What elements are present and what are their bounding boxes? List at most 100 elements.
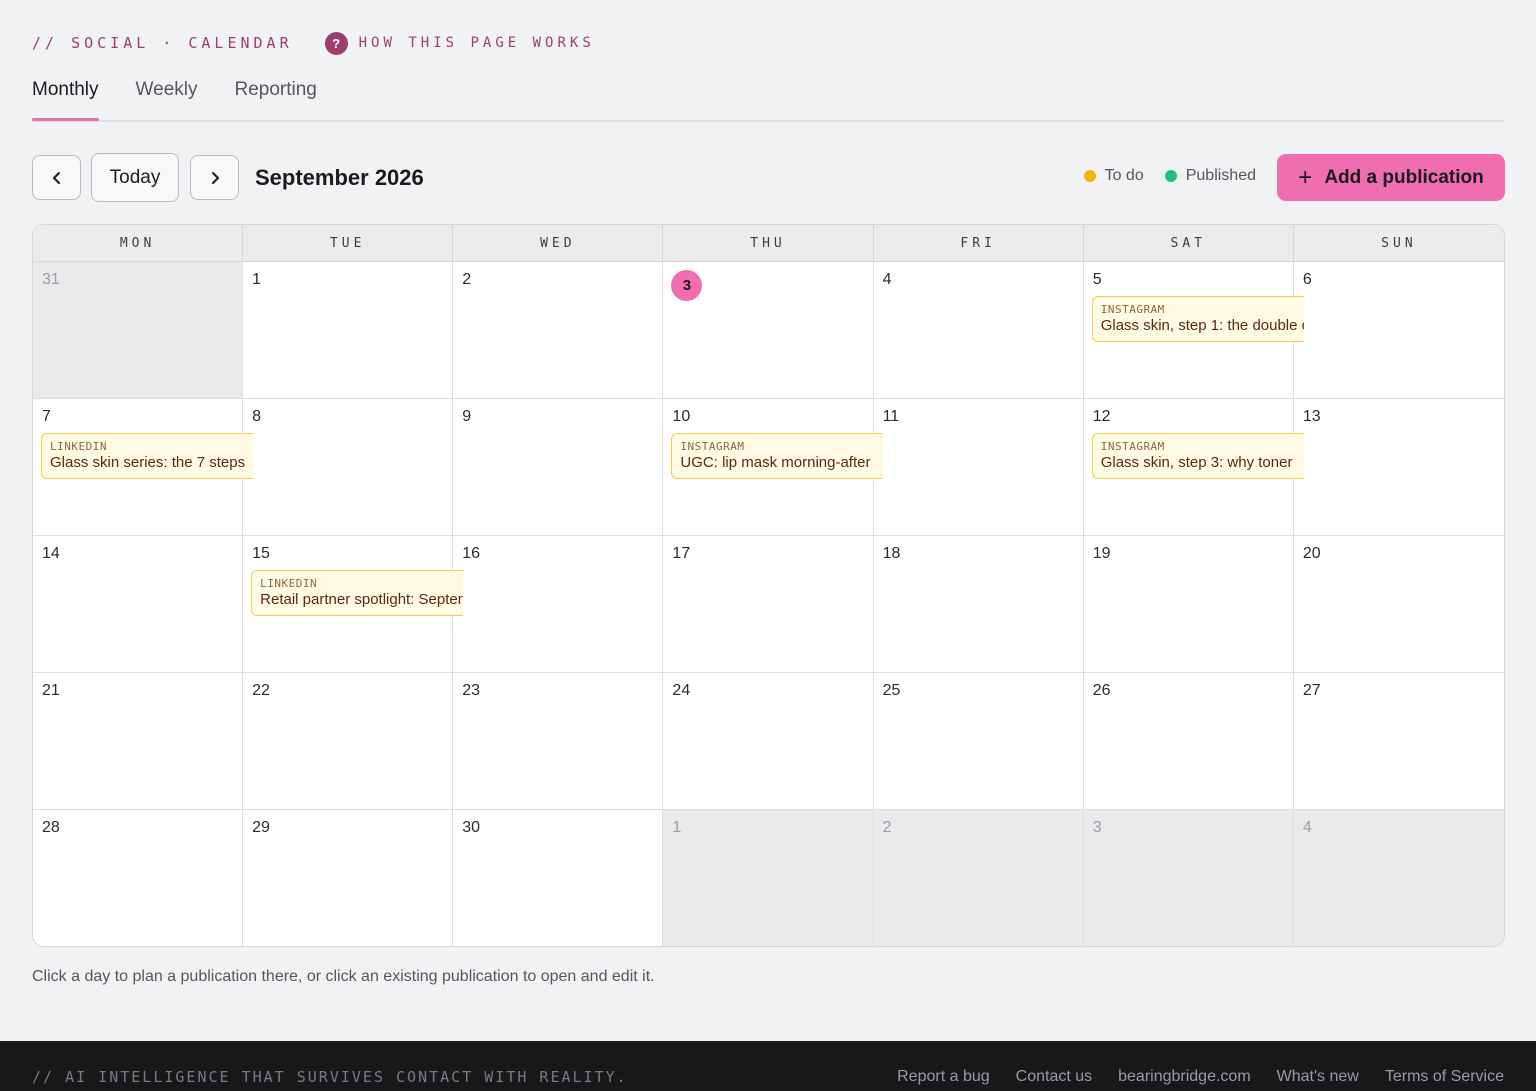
weekday-mon: MON [33, 225, 244, 261]
chevron-right-icon [211, 171, 219, 184]
day-number: 20 [1302, 545, 1321, 562]
day-number: 28 [42, 819, 60, 836]
calendar-day-cell[interactable]: 12 INSTAGRAM Glass skin, step 3: why toner [1083, 399, 1304, 536]
calendar-day-cell[interactable]: 19 [1083, 536, 1294, 673]
day-number: 17 [672, 545, 691, 562]
day-number: 14 [42, 545, 60, 562]
calendar-day-cell[interactable]: 10 INSTAGRAM UGC: lip mask morning-after [663, 399, 884, 536]
footer-link-contact[interactable]: Contact us [1016, 1068, 1092, 1086]
calendar-day-cell[interactable]: 22 [243, 673, 454, 810]
calendar-day-cell[interactable]: 17 [663, 536, 874, 673]
weekday-sun: SUN [1381, 235, 1417, 251]
calendar-day-cell[interactable]: 16 [453, 536, 664, 673]
calendar-grid: 31 1 2 3 4 5 INSTAGRAM Glass skin, step 1: the … [33, 262, 1504, 946]
day-number: 9 [462, 408, 472, 425]
calendar-day-cell[interactable]: 24 [663, 673, 874, 810]
chevron-left-icon [52, 171, 60, 184]
add-publication-button[interactable]: + Add a publication [1277, 154, 1505, 201]
calendar-day-cell[interactable]: 11 [873, 399, 1084, 536]
calendar-day-cell[interactable]: 26 [1083, 673, 1294, 810]
calendar-day-cell[interactable]: 7 LINKEDIN Glass skin series: the 7 steps [33, 399, 253, 536]
calendar-day-cell[interactable]: 4 [873, 262, 1084, 399]
how-this-page-works-link[interactable]: ? HOW THIS PAGE WORKS [324, 31, 595, 55]
month-title: September 2026 [255, 165, 424, 190]
calendar-day-cell[interactable]: 1 [663, 810, 874, 946]
weekday-thu: THU [663, 225, 874, 261]
view-tabs: Monthly Weekly Reporting [32, 72, 1504, 122]
tab-reporting[interactable]: Reporting [234, 72, 316, 120]
how-this-page-works-label: HOW THIS PAGE WORKS [358, 35, 595, 51]
legend-todo: To do [1083, 167, 1144, 185]
day-number: 1 [672, 819, 682, 836]
day-number: 21 [42, 682, 60, 699]
publication-title: Glass skin, step 1: the double cleanse [1100, 317, 1304, 334]
calendar-day-cell[interactable]: 21 [33, 673, 244, 810]
calendar-day-cell[interactable]: 29 [243, 810, 454, 946]
calendar-day-cell[interactable]: 15 LINKEDIN Retail partner spotlight: Sept… [243, 536, 464, 673]
publication-title: Glass skin, step 3: why toner [1100, 454, 1293, 471]
footer-link-whats-new[interactable]: What's new [1277, 1068, 1359, 1086]
weekday-tue: TUE [243, 225, 454, 261]
publication-title: UGC: lip mask morning-after [680, 454, 871, 471]
day-number: 4 [1302, 819, 1312, 836]
calendar-day-cell[interactable]: 4 [1293, 810, 1504, 946]
day-number: 3 [1092, 819, 1102, 836]
calendar-day-cell[interactable]: 6 [1293, 262, 1504, 399]
footer-link-report-bug[interactable]: Report a bug [897, 1068, 990, 1086]
calendar-day-cell[interactable]: 25 [873, 673, 1084, 810]
publication-title: Retail partner spotlight: September [260, 591, 463, 608]
day-number: 18 [882, 545, 901, 562]
day-number: 26 [1092, 682, 1111, 699]
add-publication-label: Add a publication [1324, 166, 1484, 188]
calendar-day-cell[interactable]: 13 [1293, 399, 1504, 536]
day-number: 30 [462, 819, 481, 836]
today-button[interactable]: Today [91, 153, 179, 202]
day-number: 27 [1302, 682, 1321, 699]
calendar-day-cell[interactable]: 31 [33, 262, 244, 399]
weekday-fri: FRI [874, 225, 1084, 261]
day-number: 16 [462, 545, 481, 562]
footer-link-terms[interactable]: Terms of Service [1385, 1068, 1504, 1086]
next-month-button[interactable] [190, 155, 239, 200]
calendar-day-cell[interactable]: 14 [33, 536, 244, 673]
tab-monthly[interactable]: Monthly [32, 72, 99, 121]
calendar-day-cell[interactable]: 23 [453, 673, 664, 810]
calendar-day-cell[interactable]: 8 [243, 399, 454, 536]
calendar-day-cell[interactable]: 5 INSTAGRAM Glass skin, step 1: the double… [1083, 262, 1304, 399]
publication-card[interactable]: LINKEDIN Glass skin series: the 7 steps [41, 433, 253, 479]
previous-month-button[interactable] [32, 155, 81, 200]
day-number: 4 [882, 271, 892, 288]
publication-channel: LINKEDIN [260, 577, 318, 590]
tab-weekly[interactable]: Weekly [136, 72, 198, 120]
calendar-day-cell[interactable]: 20 [1293, 536, 1504, 673]
status-legend: To do Published [1063, 167, 1256, 185]
page-header: // SOCIAL · CALENDAR ? HOW THIS PAGE WOR… [32, 31, 595, 55]
calendar-day-cell[interactable]: 18 [873, 536, 1084, 673]
publication-card[interactable]: INSTAGRAM UGC: lip mask morning-after [671, 433, 884, 479]
day-number: 11 [882, 408, 900, 425]
weekday-sat: SAT [1084, 225, 1294, 261]
calendar-day-cell[interactable]: 27 [1293, 673, 1504, 810]
calendar-day-cell[interactable]: 9 [453, 399, 664, 536]
publication-card[interactable]: INSTAGRAM Glass skin, step 3: why toner [1091, 433, 1304, 479]
calendar-day-cell[interactable]: 2 [873, 810, 1084, 946]
calendar-day-cell[interactable]: 3 [663, 262, 874, 399]
publication-card[interactable]: INSTAGRAM Glass skin, step 1: the double … [1091, 296, 1304, 342]
footer-links: Report a bug Contact us bearingbridge.co… [871, 1068, 1504, 1086]
day-number: 6 [1302, 271, 1312, 288]
publication-card[interactable]: LINKEDINRetail partner spotlight: Septem… [251, 570, 464, 616]
calendar-day-cell[interactable]: 28 [33, 810, 244, 946]
calendar-day-cell[interactable]: 3 [1083, 810, 1294, 946]
legend-published-label: Published [1185, 167, 1256, 184]
day-number: 1 [252, 271, 262, 288]
legend-todo-label: To do [1104, 167, 1144, 184]
calendar-day-cell[interactable]: 30 [453, 810, 664, 946]
usage-hint: Click a day to plan a publication there,… [32, 968, 655, 985]
footer-link-website[interactable]: bearingbridge.com [1118, 1068, 1251, 1086]
weekday-wed: WED [453, 225, 664, 261]
calendar-day-cell[interactable]: 1 [243, 262, 454, 399]
publication-channel: INSTAGRAM [1100, 303, 1165, 316]
day-number: 10 [672, 408, 691, 425]
day-number: 13 [1302, 408, 1321, 425]
calendar-day-cell[interactable]: 2 [453, 262, 664, 399]
